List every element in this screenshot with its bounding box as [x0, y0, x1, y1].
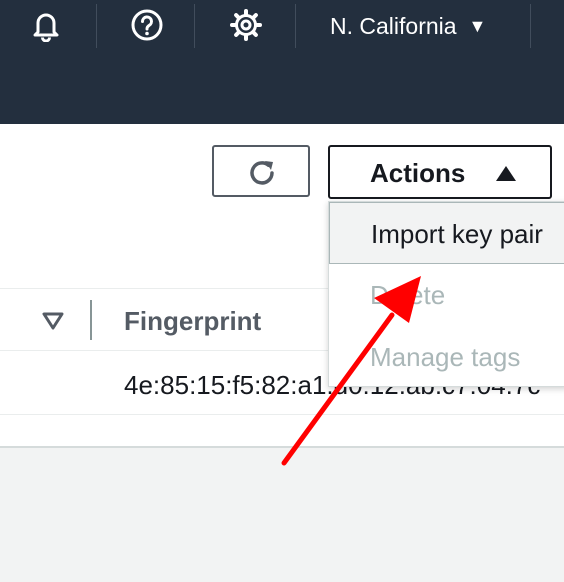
table-header-border	[0, 288, 330, 289]
menu-item-import-key-pair[interactable]: Import key pair	[329, 202, 564, 264]
sort-descending-icon[interactable]	[41, 311, 65, 331]
actions-dropdown-menu: Import key pair Delete Manage tags	[328, 201, 564, 387]
top-navigation-bar: N. California ▼	[0, 0, 564, 124]
table-row-border	[0, 414, 564, 415]
refresh-icon	[250, 161, 274, 185]
bell-icon[interactable]	[29, 8, 63, 42]
actions-button[interactable]: Actions	[328, 145, 552, 199]
menu-item-manage-tags: Manage tags	[370, 342, 521, 372]
nav-separator	[295, 4, 296, 48]
help-icon[interactable]	[130, 8, 164, 42]
region-selector[interactable]: N. California ▼	[330, 11, 486, 41]
refresh-button[interactable]	[212, 145, 310, 197]
nav-separator	[96, 4, 97, 48]
menu-item-delete: Delete	[370, 280, 446, 310]
column-header-fingerprint[interactable]: Fingerprint	[124, 305, 261, 337]
gear-icon[interactable]	[229, 8, 263, 42]
caret-down-icon: ▼	[468, 16, 487, 36]
nav-separator	[194, 4, 195, 48]
region-label: N. California	[330, 13, 457, 39]
column-divider[interactable]	[90, 300, 92, 340]
panel-divider	[0, 446, 564, 448]
nav-separator	[530, 4, 531, 48]
actions-label: Actions	[370, 158, 466, 188]
caret-up-icon	[496, 166, 516, 181]
